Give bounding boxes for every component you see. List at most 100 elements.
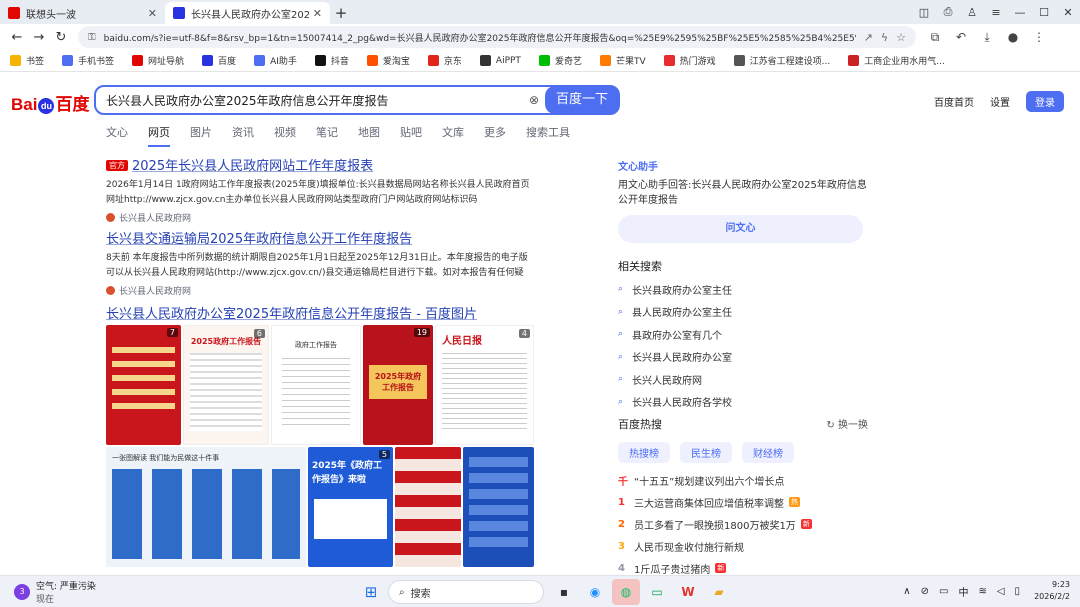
search-button[interactable]: 百度一下	[545, 86, 619, 114]
image-thumb[interactable]	[395, 447, 461, 567]
result-title[interactable]: 长兴县人民政府办公室2025年政府信息公开年度报告 - 百度图片	[106, 303, 534, 322]
shirt-icon[interactable]: ♙	[960, 6, 984, 19]
wifi-icon[interactable]: ≋	[978, 586, 986, 597]
close-icon[interactable]: ✕	[313, 7, 322, 20]
image-thumb[interactable]: 一张图解读 我们能为民做这十件事	[106, 447, 306, 567]
message-app-icon[interactable]: ▭	[643, 579, 671, 605]
refresh-icon[interactable]: ↻	[826, 420, 834, 431]
close-icon[interactable]: ✕	[148, 7, 157, 20]
related-search-item[interactable]: ⌕ 县政府办公室有几个	[618, 323, 868, 346]
clear-icon[interactable]: ⊗	[522, 93, 546, 107]
reload-icon[interactable]: ↻	[50, 30, 72, 45]
hot-search-item[interactable]: 2 员工多看了一眼挽损1800万被奖1万新	[618, 513, 868, 535]
related-search-item[interactable]: ⌕ 长兴县政府办公室主任	[618, 278, 868, 301]
ask-wenxin-button[interactable]: 问文心	[618, 215, 863, 243]
menu-icon[interactable]: ≡	[984, 6, 1008, 19]
login-button[interactable]: 登录	[1026, 91, 1064, 112]
settings-link[interactable]: 设置	[990, 94, 1010, 109]
bookmark-item[interactable]: 爱奇艺	[538, 54, 582, 67]
image-thumb[interactable]: 政府工作报告	[271, 325, 361, 445]
site-info-icon[interactable]: ⚿	[88, 32, 96, 43]
home-link[interactable]: 百度首页	[934, 94, 974, 109]
sidebar-icon[interactable]: ◫	[912, 6, 936, 19]
weather-widget[interactable]: 3 空气: 严重污染 现在	[14, 579, 96, 605]
bookmark-item[interactable]: AI助手	[254, 54, 297, 67]
related-search-item[interactable]: ⌕ 长兴人民政府网	[618, 368, 868, 391]
battery-level-icon[interactable]: ▯	[1015, 586, 1021, 597]
bookmark-item[interactable]: 百度	[202, 54, 236, 67]
image-thumb[interactable]: 2025政府工作报告 6	[183, 325, 269, 445]
avatar[interactable]: ●	[1000, 30, 1026, 45]
search-tab[interactable]: 网页	[148, 124, 170, 147]
forward-icon[interactable]: →	[28, 30, 50, 45]
bookmark-item[interactable]: 爱淘宝	[366, 54, 410, 67]
bookmark-item[interactable]: AiPPT	[479, 55, 521, 66]
minimize-icon[interactable]: —	[1008, 6, 1032, 19]
image-thumb[interactable]: 人民日报 4	[435, 325, 534, 445]
share-icon[interactable]: ↗	[864, 31, 873, 44]
undo-icon[interactable]: ↶	[948, 30, 974, 45]
printer-icon[interactable]: ⎙	[936, 5, 960, 19]
image-thumb[interactable]: 2025年政府工作报告 19	[363, 325, 433, 445]
search-tab[interactable]: 更多	[484, 124, 506, 147]
wps-app-icon[interactable]: W	[674, 579, 702, 605]
browser-app-icon[interactable]: ◉	[581, 579, 609, 605]
wechat-app-icon[interactable]: ◍	[612, 579, 640, 605]
related-search-item[interactable]: ⌕ 县人民政府办公室主任	[618, 301, 868, 324]
bookmark-item[interactable]: 抖音	[314, 54, 349, 67]
bookmark-item[interactable]: 工商企业用水用气...	[848, 54, 945, 67]
search-tab[interactable]: 搜索工具	[526, 124, 570, 147]
hot-tab[interactable]: 民生榜	[680, 442, 732, 463]
image-thumb[interactable]: 2025年《政府工作报告》来啦 5	[308, 447, 393, 567]
hot-search-item[interactable]: 千 “十五五”规划建议列出六个增长点	[618, 469, 868, 491]
search-tab[interactable]: 图片	[190, 124, 212, 147]
result-source[interactable]: 长兴县人民政府网	[119, 214, 191, 224]
extensions-icon[interactable]: ⧉	[922, 30, 948, 45]
related-search-item[interactable]: ⌕ 长兴县人民政府办公室	[618, 346, 868, 369]
download-icon[interactable]: ⤓	[974, 30, 1000, 45]
bookmark-item[interactable]: 书签	[10, 54, 44, 67]
ai-assistant-text[interactable]: 用文心助手回答:长兴县人民政府办公室2025年政府信息公开年度报告	[618, 178, 868, 208]
related-search-item[interactable]: ⌕ 长兴县人民政府各学校	[618, 391, 868, 414]
star-icon[interactable]: ☆	[896, 31, 906, 44]
maximize-icon[interactable]: ☐	[1032, 6, 1056, 19]
search-tab[interactable]: 文心	[106, 124, 128, 147]
tab-2[interactable]: 长兴县人民政府办公室2025年政府信 ✕	[165, 2, 330, 24]
bookmark-item[interactable]: 江苏省工程建设项...	[733, 54, 830, 67]
chevron-up-icon[interactable]: ∧	[903, 586, 910, 597]
result-title-text[interactable]: 2025年长兴县人民政府网站工作年度报表	[132, 159, 373, 174]
search-tab[interactable]: 资讯	[232, 124, 254, 147]
battery-icon[interactable]: ▭	[939, 586, 948, 597]
bookmark-item[interactable]: 网址导航	[132, 54, 184, 67]
bookmark-item[interactable]: 京东	[427, 54, 462, 67]
image-thumb[interactable]: 7	[106, 325, 181, 445]
image-thumb[interactable]	[463, 447, 534, 567]
search-tab[interactable]: 地图	[358, 124, 380, 147]
search-tab[interactable]: 视频	[274, 124, 296, 147]
result-source[interactable]: 长兴县人民政府网	[119, 287, 191, 297]
close-window-icon[interactable]: ✕	[1056, 6, 1080, 19]
hot-search-item[interactable]: 3 人民币现金收付施行新规	[618, 535, 868, 557]
folder-app-icon[interactable]: ▰	[705, 579, 733, 605]
clock[interactable]: 9:23 2026/2/2	[1034, 579, 1070, 603]
search-tab[interactable]: 笔记	[316, 124, 338, 147]
taskbar-search[interactable]: ⌕ 搜索	[388, 580, 544, 604]
hot-tab[interactable]: 财经榜	[742, 442, 794, 463]
search-box[interactable]: 长兴县人民政府办公室2025年政府信息公开年度报告 ⊗ ♪ ⌀ ▣	[94, 85, 620, 115]
tab-1[interactable]: 联想头一波 ✕	[0, 2, 165, 24]
url-input[interactable]: ⚿ baidu.com/s?ie=utf-8&f=8&rsv_bp=1&tn=1…	[78, 26, 916, 48]
baidu-logo[interactable]: Bai du 百度	[11, 90, 89, 115]
volume-icon[interactable]: ◁	[997, 586, 1005, 597]
bookmark-item[interactable]: 手机书签	[62, 54, 114, 67]
search-input[interactable]: 长兴县人民政府办公室2025年政府信息公开年度报告	[106, 92, 522, 109]
search-tab[interactable]: 贴吧	[400, 124, 422, 147]
refresh-button[interactable]: 换一换	[838, 420, 868, 431]
vpn-icon[interactable]: ⊘	[921, 586, 929, 597]
hot-tab[interactable]: 热搜榜	[618, 442, 670, 463]
lightning-icon[interactable]: ϟ	[881, 31, 888, 44]
hot-search-title[interactable]: 百度热搜	[618, 416, 662, 432]
result-title[interactable]: 官方 2025年长兴县人民政府网站工作年度报表	[106, 155, 534, 174]
windows-start-icon[interactable]: ⊞	[357, 579, 385, 605]
search-tab[interactable]: 文库	[442, 124, 464, 147]
more-icon[interactable]: ⋮	[1026, 30, 1052, 45]
